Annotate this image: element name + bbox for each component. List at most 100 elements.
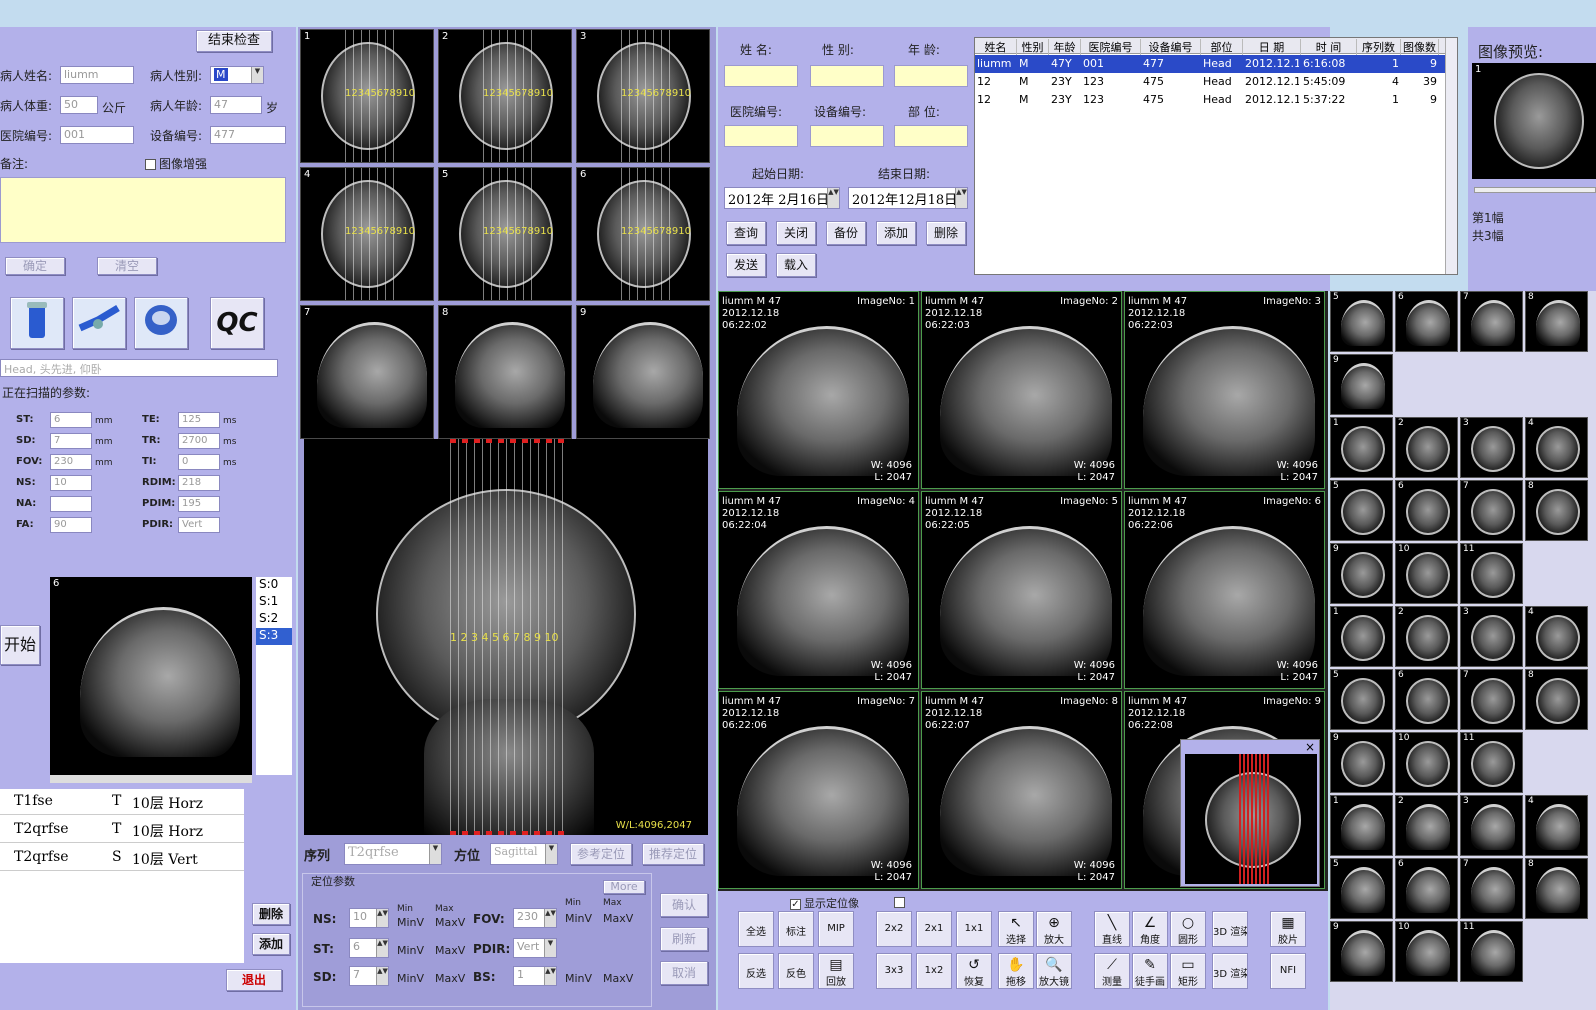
auto-position-button[interactable]: 推荐定位 [642, 843, 704, 865]
notes-textarea[interactable] [0, 177, 286, 243]
toolbar-button[interactable]: ▦ 胶片 [1270, 911, 1306, 947]
search-button[interactable]: 添加 [876, 221, 916, 245]
slice-list[interactable]: S:0 S:1 S:2 S:3 [256, 577, 292, 775]
column-header[interactable]: 设备编号 [1141, 39, 1201, 55]
spin-icon[interactable]: ▲▼ [544, 967, 556, 985]
thumbnail[interactable]: 11 [1460, 543, 1523, 604]
thumbnail[interactable]: 10 [1395, 543, 1458, 604]
patient-name-field[interactable]: liumm [60, 66, 134, 84]
viewer-image[interactable]: liumm M 47 2012.12.18 06:22:05 ImageNo: 5 W:… [921, 491, 1122, 689]
add-button[interactable]: 添加 [252, 933, 290, 955]
column-header[interactable]: 姓名 [975, 39, 1017, 55]
search-button[interactable]: 备份 [826, 221, 866, 245]
search-button[interactable]: 关闭 [776, 221, 816, 245]
thumbnail[interactable]: 9 [1330, 354, 1393, 415]
toolbar-button[interactable]: 反选 [738, 953, 774, 989]
toolbar-button[interactable]: 3D 渲染 [1212, 911, 1248, 947]
chevron-down-icon[interactable]: ▼ [429, 844, 441, 864]
device-no-field[interactable]: 477 [210, 126, 286, 144]
sequence-row[interactable]: T2qrfse S 10层 Vert [0, 845, 244, 871]
thumbnail[interactable]: 8 [1525, 291, 1588, 352]
coil-head-icon[interactable] [134, 297, 188, 349]
toolbar-button[interactable]: MIP [818, 911, 854, 947]
thumbnail[interactable]: 5 [1330, 669, 1393, 730]
toolbar-button[interactable]: 标注 [778, 911, 814, 947]
start-button[interactable]: 开始 [0, 625, 40, 665]
viewer-image[interactable]: liumm M 47 2012.12.18 06:22:06 ImageNo: 6 W:… [1124, 491, 1325, 689]
toolbar-button[interactable]: ⟋ 测量 [1094, 953, 1130, 989]
toolbar-button[interactable]: 全选 [738, 911, 774, 947]
device-no-field[interactable] [810, 125, 884, 147]
column-header[interactable]: 医院编号 [1081, 39, 1141, 55]
exit-button[interactable]: 退出 [226, 969, 282, 991]
toolbar-button[interactable]: 2x2 [876, 911, 912, 947]
st-field[interactable]: 6 ▲▼ [349, 938, 389, 958]
column-header[interactable]: 日 期 [1243, 39, 1301, 55]
thumbnail[interactable]: 6 [1395, 669, 1458, 730]
search-button[interactable]: 载入 [776, 253, 816, 277]
viewer-image[interactable]: liumm M 47 2012.12.18 06:22:02 ImageNo: 1 W:… [718, 291, 919, 489]
name-field[interactable] [724, 65, 798, 87]
column-header[interactable]: 性别 [1017, 39, 1049, 55]
param-field[interactable]: 125 [178, 412, 220, 428]
chevron-down-icon[interactable]: ▼ [544, 939, 556, 957]
column-header[interactable]: 图像数 [1401, 39, 1439, 55]
thumbnail[interactable]: 2 [1395, 606, 1458, 667]
toolbar-button[interactable]: ▭ 矩形 [1170, 953, 1206, 989]
param-field[interactable] [50, 496, 92, 512]
spin-icon[interactable]: ▲▼ [376, 967, 388, 985]
thumbnail[interactable]: 3 [1460, 795, 1523, 856]
image-enhance-checkbox[interactable]: 图像增强 [145, 155, 207, 172]
param-field[interactable]: 218 [178, 475, 220, 491]
toolbar-button[interactable]: ∠ 角度 [1132, 911, 1168, 947]
start-date-field[interactable]: 2012年 2月16日 ▲▼ [724, 187, 840, 209]
viewer-image[interactable]: liumm M 47 2012.12.18 06:22:03 ImageNo: 3 W:… [1124, 291, 1325, 489]
thumbnail[interactable]: 6 [1395, 480, 1458, 541]
thumbnail-strip[interactable]: 5 6 7 8 9 1 2 3 4 5 6 7 8 9 10 11 1 2 3 4 5 6 7 8 9 10 11 1 2 3 4 5 6 7 8 9… [1330, 291, 1596, 1010]
thumbnail[interactable]: 5 [1330, 858, 1393, 919]
viewer-image[interactable]: liumm M 47 2012.12.18 06:22:07 ImageNo: 8 W:… [921, 691, 1122, 889]
second-checkbox[interactable] [894, 895, 908, 908]
slice-handles-bottom[interactable] [450, 831, 570, 835]
localizer-preview-image[interactable]: 6 [50, 577, 252, 775]
qc-button[interactable]: QC [210, 297, 264, 349]
toolbar-button[interactable]: 反色 [778, 953, 814, 989]
orientation-select[interactable]: Sagittal ▼ [490, 843, 558, 865]
toolbar-button[interactable]: ○ 圆形 [1170, 911, 1206, 947]
toolbar-button[interactable]: 1x2 [916, 953, 952, 989]
thumbnail[interactable]: 9 [1330, 921, 1393, 982]
toolbar-button[interactable]: 🔍 放大镜 [1036, 953, 1072, 989]
slice-item[interactable]: S:3 [256, 628, 292, 645]
chevron-down-icon[interactable]: ▼ [251, 67, 263, 83]
localizer-image[interactable]: 1 12345678910 [300, 29, 434, 163]
param-field[interactable]: 90 [50, 517, 92, 533]
spin-icon[interactable]: ▲▼ [827, 188, 839, 208]
thumbnail[interactable]: 8 [1525, 858, 1588, 919]
thumbnail[interactable]: 2 [1395, 417, 1458, 478]
toolbar-button[interactable]: ↖ 选择 [998, 911, 1034, 947]
viewer-image[interactable]: liumm M 47 2012.12.18 06:22:03 ImageNo: 2 W:… [921, 291, 1122, 489]
viewer-image[interactable]: liumm M 47 2012.12.18 06:22:06 ImageNo: 7 W:… [718, 691, 919, 889]
param-field[interactable]: 230 [50, 454, 92, 470]
toolbar-button[interactable]: ▤ 回放 [818, 953, 854, 989]
pdir-select[interactable]: Vert ▼ [513, 938, 557, 958]
toolbar-button[interactable]: ⊕ 放大 [1036, 911, 1072, 947]
table-row[interactable]: liumm M 47Y 001 477 Head 2012.12.18 6:16:08 1 9 [975, 55, 1447, 73]
spin-icon[interactable]: ▲▼ [544, 909, 556, 927]
thumbnail[interactable]: 7 [1460, 480, 1523, 541]
close-icon[interactable]: × [1305, 740, 1315, 754]
fov-field[interactable]: 230 ▲▼ [513, 908, 557, 928]
coronal-localizer-image[interactable]: 1 2 3 4 5 6 7 8 9 10 W/L:4096,2047 [304, 439, 708, 835]
toolbar-button[interactable]: 3x3 [876, 953, 912, 989]
localizer-scrollbar[interactable] [50, 775, 252, 783]
sequence-select[interactable]: T2qrfse ▼ [344, 843, 442, 865]
column-header[interactable]: 部位 [1201, 39, 1243, 55]
patient-weight-field[interactable]: 50 [60, 96, 98, 114]
thumbnail[interactable]: 11 [1460, 732, 1523, 793]
localizer-image[interactable]: 9 [576, 305, 710, 439]
spin-icon[interactable]: ▲▼ [376, 909, 388, 927]
thumbnail[interactable]: 7 [1460, 291, 1523, 352]
table-row[interactable]: 12 M 23Y 123 475 Head 2012.12.18 5:37:22 1 9 [975, 91, 1447, 109]
sequence-row[interactable]: T1fse T 10层 Horz [0, 789, 244, 815]
thumbnail[interactable]: 9 [1330, 543, 1393, 604]
